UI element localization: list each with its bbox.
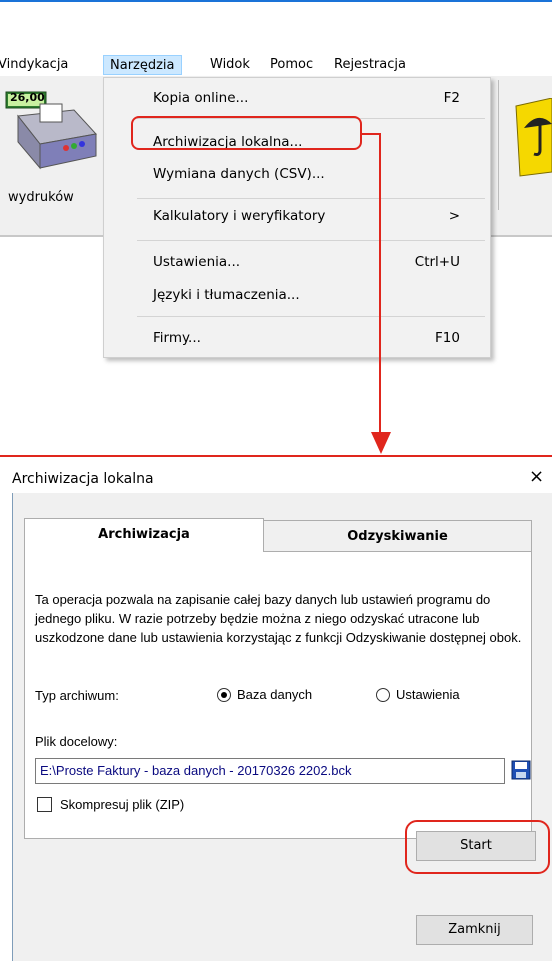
- close-icon[interactable]: ×: [529, 468, 544, 486]
- menu-item-ustawienia[interactable]: Ustawienia... Ctrl+U: [104, 249, 490, 275]
- menu-separator: [137, 240, 485, 241]
- menu-item-label: Kalkulatory i weryfikatory: [153, 208, 326, 224]
- start-button[interactable]: Start: [416, 831, 536, 861]
- menu-windykacja[interactable]: Vindykacja: [0, 55, 74, 75]
- menu-item-label: Kopia online...: [153, 90, 249, 106]
- arrow-connector: [362, 133, 380, 135]
- window-top-border: [0, 0, 552, 2]
- menu-separator: [137, 316, 485, 317]
- menu-item-wymiana-danych[interactable]: Wymiana danych (CSV)...: [104, 161, 490, 187]
- compress-label: Skompresuj plik (ZIP): [60, 797, 185, 812]
- menu-narzedzia[interactable]: Narzędzia: [103, 55, 182, 75]
- menu-rejestracja[interactable]: Rejestracja: [328, 55, 412, 75]
- description-text: Ta operacja pozwala na zapisanie całej b…: [35, 592, 522, 645]
- tab-archiwizacja[interactable]: Archiwizacja: [24, 518, 264, 552]
- menu-bar: Vindykacja Narzędzia Widok Pomoc Rejestr…: [0, 55, 552, 75]
- menu-item-kalkulatory[interactable]: Kalkulatory i weryfikatory >: [104, 203, 490, 229]
- zamknij-button[interactable]: Zamknij: [416, 915, 533, 945]
- radio-ustawienia[interactable]: Ustawienia: [376, 686, 506, 704]
- menu-item-label: Firmy...: [153, 330, 201, 346]
- menu-item-shortcut: Ctrl+U: [414, 254, 460, 270]
- menu-widok[interactable]: Widok: [204, 55, 256, 75]
- printer-amount: 26,00: [10, 91, 45, 104]
- menu-item-shortcut: F10: [435, 330, 460, 346]
- highlight-archiwizacja: [131, 116, 362, 150]
- red-divider: [0, 455, 552, 457]
- menu-item-kopia-online[interactable]: Kopia online... F2: [104, 85, 490, 111]
- target-file-input[interactable]: E:\Proste Faktury - baza danych - 201703…: [35, 758, 505, 784]
- toolbar-separator: [498, 80, 499, 210]
- archive-type-label: Typ archiwum:: [35, 688, 119, 703]
- menu-item-label: Ustawienia...: [153, 254, 241, 270]
- menu-item-label: Języki i tłumaczenia...: [153, 287, 300, 303]
- radio-label: Baza danych: [237, 687, 313, 702]
- menu-item-firmy[interactable]: Firmy... F10: [104, 325, 490, 351]
- compress-checkbox[interactable]: [37, 797, 52, 812]
- submenu-arrow-icon: >: [448, 208, 460, 224]
- radio-baza-danych[interactable]: Baza danych: [217, 686, 357, 704]
- arrow-line: [379, 133, 381, 435]
- radio-indicator: [376, 688, 390, 702]
- save-file-icon[interactable]: [511, 759, 531, 781]
- arrow-head-icon: [371, 432, 391, 454]
- tab-odzyskiwanie[interactable]: Odzyskiwanie: [264, 520, 532, 552]
- target-file-label: Plik docelowy:: [35, 734, 118, 749]
- radio-label: Ustawienia: [396, 687, 460, 702]
- menu-item-shortcut: F2: [443, 90, 460, 106]
- dialog-title: Archiwizacja lokalna: [12, 471, 154, 487]
- umbrella-icon[interactable]: [510, 97, 552, 178]
- menu-item-label: Wymiana danych (CSV)...: [153, 166, 325, 182]
- radio-indicator: [217, 688, 231, 702]
- menu-item-jezyki[interactable]: Języki i tłumaczenia...: [104, 282, 490, 308]
- toolbar-label-wydrukow: wydruków: [8, 190, 74, 205]
- menu-separator: [137, 198, 485, 199]
- menu-pomoc[interactable]: Pomoc: [264, 55, 319, 75]
